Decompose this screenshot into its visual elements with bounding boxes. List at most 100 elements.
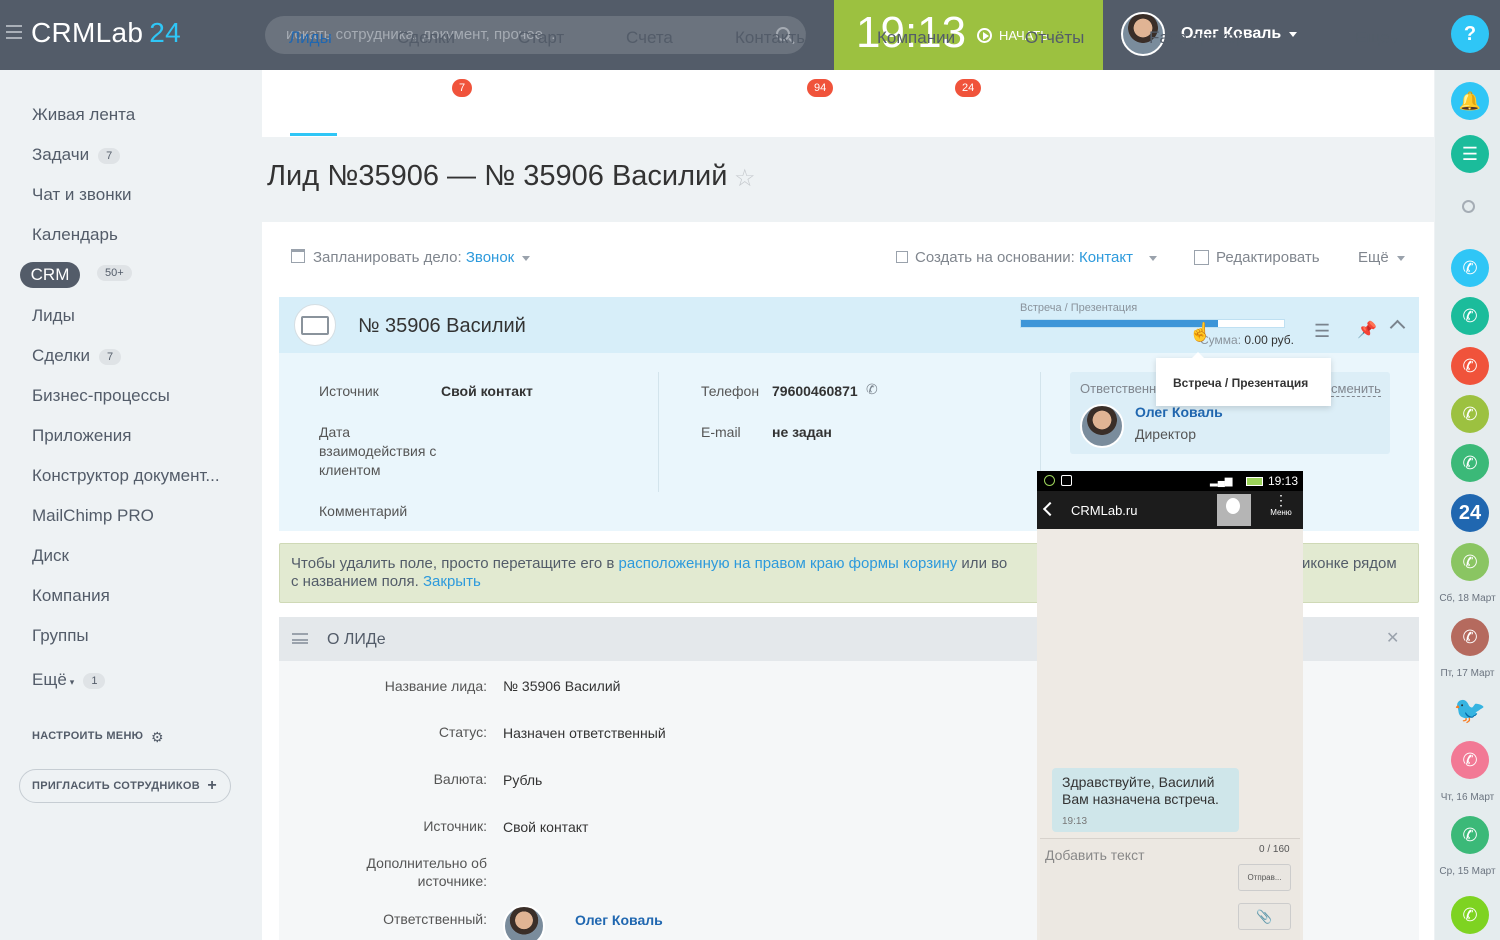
phone-icon[interactable]: ✆ bbox=[1451, 297, 1489, 335]
date-label: Сб, 18 Март bbox=[1439, 593, 1496, 604]
call-icon[interactable]: ✆ bbox=[866, 381, 878, 398]
create-value[interactable]: Контакт bbox=[1079, 249, 1133, 266]
field-label: Название лида: bbox=[384, 678, 487, 694]
menu-item-leads[interactable]: Лиды bbox=[32, 306, 75, 326]
change-responsible-link[interactable]: сменить bbox=[1331, 381, 1381, 397]
phone-time: 19:13 bbox=[1268, 474, 1299, 488]
gear-icon[interactable]: ⚙ bbox=[151, 729, 164, 746]
signal-icon: ▂▄▆ bbox=[1210, 476, 1233, 487]
phone-label: Телефон bbox=[701, 383, 760, 399]
menu-item-doc-builder[interactable]: Конструктор документ... bbox=[32, 466, 220, 486]
phone-icon[interactable]: ✆ bbox=[1451, 816, 1489, 854]
responsible-name[interactable]: Олег Коваль bbox=[575, 912, 663, 928]
list-settings-icon[interactable]: ☰ bbox=[1314, 321, 1330, 342]
avatar[interactable] bbox=[503, 905, 545, 940]
tab-deals[interactable]: Сделки bbox=[397, 28, 455, 48]
invite-employees-button[interactable]: ПРИГЛАСИТЬ СОТРУДНИКОВ + bbox=[19, 769, 231, 803]
hand-cursor-icon: ☝ bbox=[1189, 322, 1212, 342]
menu-item-mailchimp[interactable]: MailChimp PRO bbox=[32, 506, 154, 526]
star-icon[interactable]: ☆ bbox=[734, 164, 756, 193]
menu-item-apps[interactable]: Приложения bbox=[32, 426, 131, 446]
help-button[interactable]: ? bbox=[1451, 15, 1489, 53]
tab-start[interactable]: Старт bbox=[518, 28, 564, 48]
responsible-name[interactable]: Олег Коваль bbox=[1135, 404, 1223, 420]
bell-icon[interactable]: 🔔 bbox=[1451, 82, 1489, 120]
active-tab-indicator bbox=[290, 133, 337, 136]
play-icon[interactable] bbox=[977, 28, 992, 43]
chevron-down-icon: ▾ bbox=[1392, 35, 1398, 45]
sms-message: Здравствуйте, Василий Вам назначена встр… bbox=[1052, 768, 1239, 832]
edit-button[interactable]: Редактировать bbox=[1216, 249, 1320, 266]
menu-item-chat[interactable]: Чат и звонки bbox=[32, 185, 132, 205]
setup-menu-button[interactable]: НАСТРОИТЬ МЕНЮ bbox=[32, 730, 143, 742]
chevron-down-icon bbox=[522, 255, 531, 261]
divider bbox=[658, 372, 659, 492]
menu-item-label: Сделки bbox=[32, 346, 90, 365]
sms-icon bbox=[1061, 475, 1072, 486]
create-based-on-button[interactable]: Создать на основании: Контакт bbox=[915, 249, 1157, 266]
phone-icon[interactable]: ✆ bbox=[1451, 896, 1489, 934]
responsible-title: Директор bbox=[1135, 426, 1196, 442]
logo[interactable]: CRMLab 24 bbox=[31, 17, 181, 49]
plan-value[interactable]: Звонок bbox=[466, 249, 514, 266]
battery-icon bbox=[1246, 477, 1263, 486]
plan-activity-button[interactable]: Запланировать дело: Звонок bbox=[313, 249, 531, 266]
close-icon[interactable]: ✕ bbox=[1386, 628, 1399, 648]
field-label: Дополнительно об источнике: bbox=[366, 855, 487, 889]
chat-icon[interactable]: ☰ bbox=[1451, 135, 1489, 173]
calendar-icon bbox=[291, 249, 305, 263]
contact-icon[interactable] bbox=[1217, 494, 1251, 526]
menu-item-live-feed[interactable]: Живая лента bbox=[32, 105, 135, 125]
tab-more[interactable]: Еще ▾ bbox=[1355, 28, 1397, 48]
phone-value[interactable]: 79600460871 bbox=[772, 383, 858, 399]
phone-menu-button[interactable]: ⋮ Меню bbox=[1268, 493, 1294, 526]
plan-label: Запланировать дело: bbox=[313, 249, 462, 266]
hint-text: с названием поля. bbox=[291, 573, 419, 590]
attach-icon[interactable]: 📎 bbox=[1238, 903, 1291, 930]
search-icon[interactable] bbox=[1462, 200, 1475, 213]
responsible-label: Ответственн bbox=[1080, 381, 1157, 396]
send-button[interactable]: Отправ... bbox=[1238, 864, 1291, 891]
contact-card-icon bbox=[301, 316, 329, 335]
menu-item-tasks[interactable]: Задачи 7 bbox=[32, 145, 121, 165]
tab-contacts[interactable]: Контакты bbox=[735, 28, 808, 48]
bird-icon[interactable]: 🐦 bbox=[1451, 691, 1489, 729]
hint-close-link[interactable]: Закрыть bbox=[423, 573, 481, 590]
phone-icon[interactable]: ✆ bbox=[1451, 347, 1489, 385]
menu-item-disk[interactable]: Диск bbox=[32, 546, 69, 566]
date-label: Ср, 15 Март bbox=[1439, 866, 1496, 877]
menu-item-calendar[interactable]: Календарь bbox=[32, 225, 118, 245]
tab-face-tracker[interactable]: Face-трекер bbox=[1149, 28, 1246, 48]
phone-icon[interactable]: ✆ bbox=[1451, 543, 1489, 581]
source-label: Источник bbox=[319, 383, 379, 399]
menu-item-more[interactable]: Ещё ▾ 1 bbox=[32, 670, 106, 690]
menu-item-groups[interactable]: Группы bbox=[32, 626, 89, 646]
menu-burger-icon[interactable] bbox=[6, 25, 22, 39]
about-section-title: О ЛИДе bbox=[327, 631, 386, 648]
chevron-down-icon[interactable] bbox=[1289, 32, 1297, 37]
phone-icon[interactable]: ✆ bbox=[1451, 444, 1489, 482]
menu-item-company[interactable]: Компания bbox=[32, 586, 110, 606]
field-value: Свой контакт bbox=[503, 819, 589, 835]
phone-icon[interactable]: ✆ bbox=[1451, 395, 1489, 433]
menu-item-deals[interactable]: Сделки 7 bbox=[32, 346, 122, 366]
chevron-down-icon bbox=[1148, 255, 1157, 261]
phone-icon[interactable]: ✆ bbox=[1451, 618, 1489, 656]
logo-number: 24 bbox=[149, 17, 182, 48]
hint-link[interactable]: расположенную на правом краю формы корзи… bbox=[619, 555, 958, 572]
more-button[interactable]: Ещё bbox=[1358, 249, 1405, 266]
phone-icon[interactable]: ✆ bbox=[1451, 249, 1489, 287]
tab-companies[interactable]: Компании bbox=[877, 28, 955, 48]
tab-invoices[interactable]: Счета bbox=[626, 28, 673, 48]
tab-label: Еще bbox=[1355, 28, 1390, 47]
tab-leads[interactable]: Лиды bbox=[289, 28, 332, 48]
avatar[interactable] bbox=[1080, 404, 1124, 448]
companies-badge: 24 bbox=[955, 79, 982, 97]
tab-reports[interactable]: Отчёты bbox=[1025, 28, 1084, 48]
menu-item-bizproc[interactable]: Бизнес-процессы bbox=[32, 386, 170, 406]
pin-icon[interactable]: 📌 bbox=[1357, 320, 1377, 340]
bitrix24-icon[interactable]: 24 bbox=[1451, 494, 1489, 532]
drag-handle-icon[interactable] bbox=[292, 633, 308, 644]
phone-icon[interactable]: ✆ bbox=[1451, 741, 1489, 779]
menu-item-crm[interactable]: CRM bbox=[20, 262, 80, 288]
